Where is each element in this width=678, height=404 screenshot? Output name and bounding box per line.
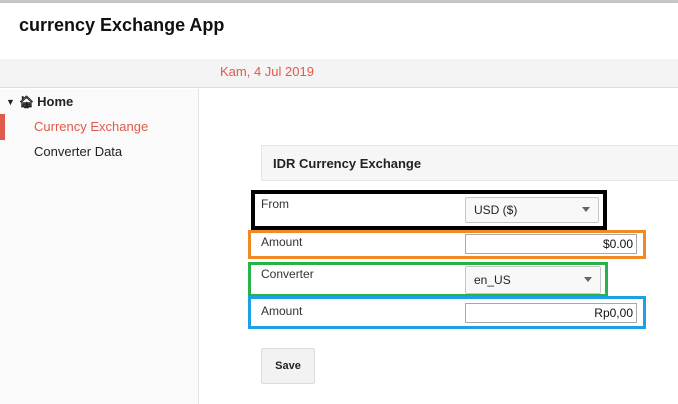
active-indicator (0, 114, 5, 140)
from-label: From (261, 197, 289, 211)
converter-select[interactable]: en_US (465, 266, 601, 294)
dropdown-arrow-icon (584, 277, 592, 282)
sidebar-home-label: Home (37, 94, 74, 109)
sub-header: Kam, 4 Jul 2019 (0, 59, 678, 88)
panel-title: IDR Currency Exchange (273, 156, 422, 171)
app-header: currency Exchange App (0, 3, 678, 59)
converter-row-highlight: Converter en_US (248, 262, 608, 297)
amount-from-input[interactable]: $0.00 (465, 234, 637, 254)
app-title: currency Exchange App (19, 15, 225, 35)
caret-down-icon[interactable]: ▼ (6, 97, 15, 107)
panel-header: IDR Currency Exchange (261, 145, 678, 181)
amount-from-label: Amount (261, 235, 303, 249)
sidebar-item-label: Currency Exchange (34, 119, 149, 134)
amount-to-row-highlight: Amount Rp0,00 (248, 296, 646, 329)
current-date: Kam, 4 Jul 2019 (220, 64, 314, 79)
from-row-highlight: From USD ($) (251, 190, 607, 230)
dropdown-arrow-icon (582, 207, 590, 212)
sidebar-item-currency-exchange[interactable]: Currency Exchange (0, 114, 198, 140)
from-currency-select[interactable]: USD ($) (465, 197, 599, 223)
converter-value: en_US (474, 273, 511, 287)
sidebar: ▼ 🏠︎ Home Currency Exchange Converter Data (0, 89, 199, 404)
amount-from-row-highlight: Amount $0.00 (248, 230, 646, 259)
save-button[interactable]: Save (261, 348, 315, 384)
sidebar-item-home[interactable]: ▼ 🏠︎ Home (6, 94, 73, 109)
home-icon: 🏠︎ (18, 95, 35, 109)
sidebar-item-converter-data[interactable]: Converter Data (0, 139, 198, 165)
converter-label: Converter (261, 267, 314, 281)
from-currency-value: USD ($) (474, 203, 518, 217)
amount-to-output[interactable]: Rp0,00 (465, 303, 637, 323)
sidebar-item-label: Converter Data (34, 144, 123, 159)
amount-to-label: Amount (261, 304, 303, 318)
